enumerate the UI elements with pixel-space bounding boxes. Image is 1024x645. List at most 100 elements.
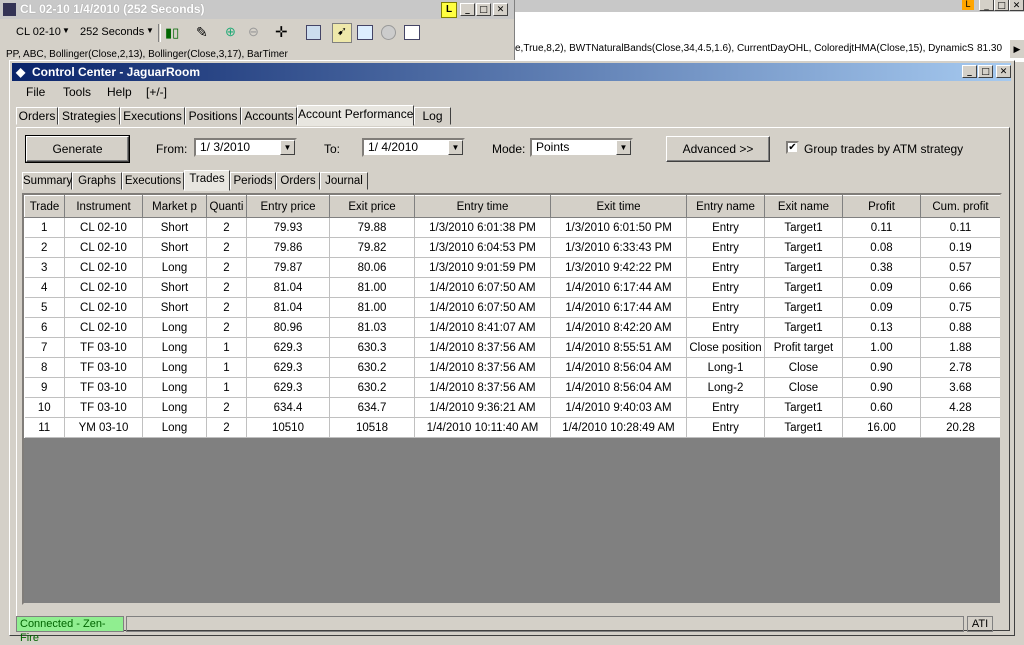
- tab-orders[interactable]: Orders: [16, 107, 58, 125]
- properties-icon[interactable]: [306, 25, 321, 40]
- column-header[interactable]: Entry name: [686, 195, 765, 218]
- mode-select[interactable]: Points ▼: [530, 138, 633, 157]
- chevron-down-icon[interactable]: ▼: [616, 140, 631, 155]
- tab-account-performance[interactable]: Account Performance: [297, 105, 414, 126]
- table-row[interactable]: 2 CL 02-10 Short 2 79.86 79.82 1/3/2010 6:04:5…: [24, 237, 1000, 258]
- table-row[interactable]: 6 CL 02-10 Long 2 80.96 81.03 1/4/2010 8:41:07…: [24, 317, 1000, 338]
- to-date-picker[interactable]: 1/ 4/2010 ▼: [362, 138, 465, 157]
- column-header[interactable]: Cum. profit: [920, 195, 1000, 218]
- table-cell: Short: [142, 237, 207, 258]
- menu-help[interactable]: Help: [107, 85, 132, 99]
- column-header[interactable]: Exit name: [764, 195, 843, 218]
- trades-grid[interactable]: Trade Instrument Market p Quanti Entry price…: [22, 193, 1002, 605]
- close-icon[interactable]: ✕: [1009, 0, 1024, 11]
- tab-accounts[interactable]: Accounts: [241, 107, 297, 125]
- column-header[interactable]: Exit time: [550, 195, 687, 218]
- table-row[interactable]: 9 TF 03-10 Long 1 629.3 630.2 1/4/2010 8:37:56…: [24, 377, 1000, 398]
- menu-tools[interactable]: Tools: [63, 85, 91, 99]
- column-header[interactable]: Exit price: [329, 195, 415, 218]
- column-header[interactable]: Profit: [842, 195, 921, 218]
- control-center-titlebar[interactable]: ◆ Control Center - JaguarRoom _ □ ✕: [12, 63, 1011, 81]
- table-row[interactable]: 3 CL 02-10 Long 2 79.87 80.06 1/3/2010 9:01:59…: [24, 257, 1000, 278]
- tab-periods[interactable]: Periods: [230, 172, 276, 190]
- instrument-dropdown-icon[interactable]: ▼: [62, 26, 70, 35]
- table-cell: 2: [206, 397, 247, 418]
- chart2-badge[interactable]: L: [962, 0, 974, 10]
- interval-selector[interactable]: 252 Seconds: [80, 26, 144, 38]
- column-header[interactable]: Trade: [24, 195, 65, 218]
- tab-log[interactable]: Log: [414, 107, 451, 125]
- table-row[interactable]: 4 CL 02-10 Short 2 81.04 81.00 1/4/2010 6:07:5…: [24, 277, 1000, 298]
- table-cell: 634.4: [246, 397, 330, 418]
- table-cell: 0.09: [842, 277, 921, 298]
- group-trades-checkbox[interactable]: ✔: [786, 141, 799, 154]
- table-cell: Target1: [764, 217, 843, 238]
- table-row[interactable]: 11 YM 03-10 Long 2 10510 10518 1/4/2010 10:11:…: [24, 417, 1000, 438]
- chevron-down-icon[interactable]: ▼: [280, 140, 295, 155]
- trades-table: Trade Instrument Market p Quanti Entry price…: [24, 195, 1000, 438]
- minimize-icon[interactable]: _: [962, 65, 977, 78]
- tab-orders-sub[interactable]: Orders: [276, 172, 320, 190]
- tab-positions[interactable]: Positions: [185, 107, 241, 125]
- strategy-icon[interactable]: ➹: [332, 23, 352, 43]
- tab-executions-sub[interactable]: Executions: [122, 172, 184, 190]
- zoom-in-icon[interactable]: ⊕: [225, 24, 236, 40]
- menu-expand[interactable]: [+/-]: [146, 85, 167, 99]
- menu-file[interactable]: File: [26, 85, 45, 99]
- maximize-icon[interactable]: □: [476, 3, 491, 16]
- maximize-icon[interactable]: □: [978, 65, 993, 78]
- tab-journal[interactable]: Journal: [320, 172, 368, 190]
- from-date-picker[interactable]: 1/ 3/2010 ▼: [194, 138, 297, 157]
- chart-window-titlebar[interactable]: CL 02-10 1/4/2010 (252 Seconds) L _ □ ✕: [0, 0, 514, 19]
- table-cell: 0.19: [920, 237, 1000, 258]
- minimize-icon[interactable]: _: [979, 0, 994, 11]
- table-cell: Profit target: [764, 337, 843, 358]
- tab-graphs[interactable]: Graphs: [72, 172, 122, 190]
- table-row[interactable]: 10 TF 03-10 Long 2 634.4 634.7 1/4/2010 9:36:2…: [24, 397, 1000, 418]
- alert-icon[interactable]: [381, 25, 396, 40]
- chart-scroll-right-icon[interactable]: ▶: [1010, 40, 1024, 58]
- column-header[interactable]: Entry price: [246, 195, 330, 218]
- maximize-icon[interactable]: □: [994, 0, 1009, 11]
- table-row[interactable]: 5 CL 02-10 Short 2 81.04 81.00 1/4/2010 6:07:5…: [24, 297, 1000, 318]
- close-icon[interactable]: ✕: [493, 3, 508, 16]
- chart-badge[interactable]: L: [441, 2, 457, 18]
- column-header[interactable]: Entry time: [414, 195, 551, 218]
- chart-window-title: CL 02-10 1/4/2010 (252 Seconds): [20, 2, 205, 16]
- table-cell: TF 03-10: [64, 377, 143, 398]
- table-cell: 630.3: [329, 337, 415, 358]
- close-icon[interactable]: ✕: [996, 65, 1011, 78]
- indicator-icon[interactable]: [357, 25, 373, 40]
- table-row[interactable]: 7 TF 03-10 Long 1 629.3 630.3 1/4/2010 8:37:56…: [24, 337, 1000, 358]
- chart-window-2-titlebar[interactable]: L _ □ ✕: [515, 0, 1024, 12]
- from-date-value: 1/ 3/2010: [200, 140, 251, 154]
- tab-summary[interactable]: Summary: [22, 172, 72, 190]
- table-cell: 80.96: [246, 317, 330, 338]
- table-cell: Target1: [764, 237, 843, 258]
- table-row[interactable]: 1 CL 02-10 Short 2 79.93 79.88 1/3/2010 6:01:3…: [24, 217, 1000, 238]
- candlestick-icon[interactable]: ▮▯: [165, 25, 181, 41]
- table-cell: 8: [24, 357, 65, 378]
- chevron-down-icon[interactable]: ▼: [448, 140, 463, 155]
- column-header[interactable]: Instrument: [64, 195, 143, 218]
- table-cell: Close position: [686, 337, 765, 358]
- data-box-icon[interactable]: [404, 25, 420, 40]
- crosshair-icon[interactable]: ✛: [275, 23, 288, 41]
- tab-trades[interactable]: Trades: [184, 170, 230, 191]
- column-header[interactable]: Quanti: [206, 195, 247, 218]
- instrument-selector[interactable]: CL 02-10: [16, 26, 61, 38]
- tab-executions[interactable]: Executions: [120, 107, 185, 125]
- table-cell: Short: [142, 297, 207, 318]
- chart-window-2: L _ □ ✕ e,True,8,2), BWTNaturalBands(Clo…: [515, 0, 1024, 62]
- generate-button[interactable]: Generate: [25, 135, 130, 163]
- advanced-button[interactable]: Advanced >>: [666, 136, 770, 162]
- table-row[interactable]: 8 TF 03-10 Long 1 629.3 630.2 1/4/2010 8:37:56…: [24, 357, 1000, 378]
- interval-dropdown-icon[interactable]: ▼: [146, 26, 154, 35]
- window-title: Control Center - JaguarRoom: [32, 65, 201, 79]
- minimize-icon[interactable]: _: [460, 3, 475, 16]
- ati-status: ATI: [967, 616, 993, 632]
- zoom-out-icon[interactable]: ⊖: [248, 24, 259, 40]
- tab-strategies[interactable]: Strategies: [58, 107, 120, 125]
- column-header[interactable]: Market p: [142, 195, 207, 218]
- pencil-icon[interactable]: ✎: [196, 24, 208, 41]
